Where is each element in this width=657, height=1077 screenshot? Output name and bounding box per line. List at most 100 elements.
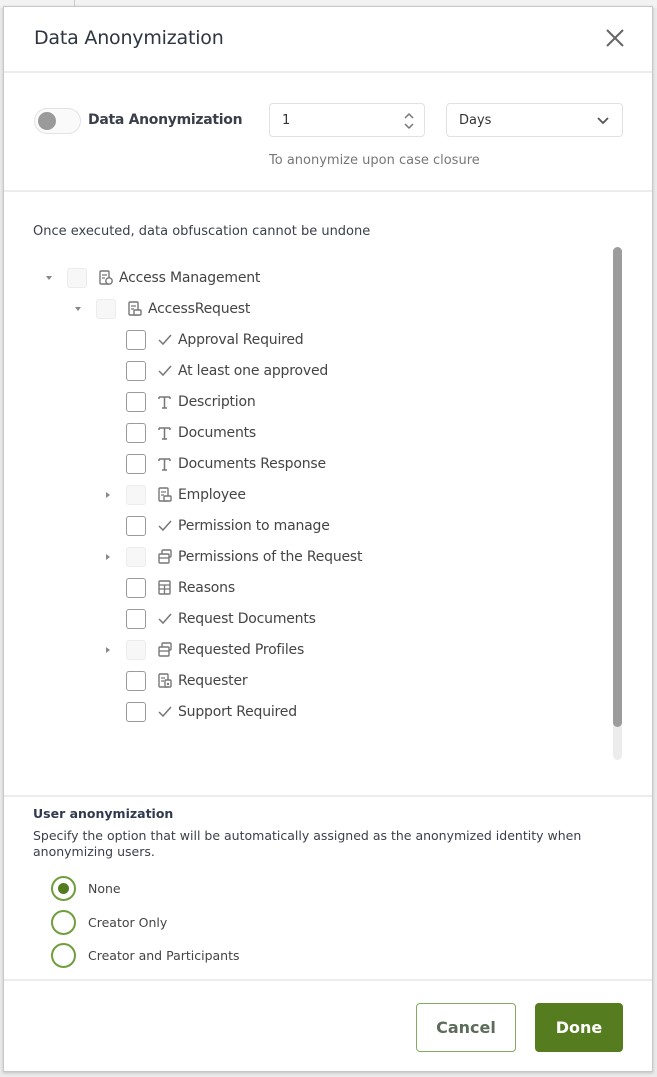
radio-label: Creator and Participants <box>88 947 240 963</box>
expander-spacer <box>101 364 115 378</box>
tree-label: Reasons <box>178 579 235 596</box>
tree-label: Permissions of the Request <box>178 548 363 565</box>
tree-checkbox <box>126 546 146 567</box>
tree-checkbox <box>126 639 146 660</box>
tree-row: Employee <box>101 479 246 510</box>
toggle-knob <box>38 112 56 130</box>
tree-checkbox[interactable] <box>126 670 146 691</box>
tree-checkbox[interactable] <box>126 577 146 598</box>
period-value-input[interactable]: 1 <box>269 103 425 137</box>
user-entity-icon <box>155 672 173 690</box>
entity-form-icon <box>125 300 143 318</box>
caret-down-icon[interactable] <box>71 302 85 316</box>
collection-icon <box>155 548 173 566</box>
tree-row: Permissions of the Request <box>101 541 362 572</box>
tree-row: At least one approved <box>101 355 328 386</box>
radio-unchecked[interactable] <box>51 909 76 935</box>
dialog-header: Data Anonymization <box>4 7 652 73</box>
close-button[interactable] <box>602 25 628 51</box>
entity-settings-icon <box>96 269 114 287</box>
period-hint: To anonymize upon case closure <box>269 153 480 168</box>
caret-down-icon[interactable] <box>42 271 56 285</box>
tree-checkbox[interactable] <box>126 608 146 629</box>
period-unit-select[interactable]: Days <box>446 103 623 137</box>
tree-scrollbar-thumb[interactable] <box>613 247 622 727</box>
expander-spacer <box>101 457 115 471</box>
toggle-label: Data Anonymization <box>88 112 243 128</box>
tree-checkbox <box>67 267 87 288</box>
tree-row: AccessRequest <box>71 293 250 324</box>
text-icon <box>155 455 173 473</box>
expander-spacer <box>101 581 115 595</box>
radio-checked[interactable] <box>51 875 76 901</box>
tree-row: Documents Response <box>101 448 326 479</box>
tree-label: AccessRequest <box>148 300 251 317</box>
tree-label: Access Management <box>119 269 261 286</box>
tree-row: Description <box>101 386 256 417</box>
expander-spacer <box>101 519 115 533</box>
tree-checkbox[interactable] <box>126 391 146 412</box>
tree-checkbox[interactable] <box>126 515 146 536</box>
boolean-check-icon <box>155 517 173 535</box>
radio-option[interactable]: Creator and Participants <box>51 941 240 969</box>
period-value: 1 <box>282 113 291 128</box>
expander-spacer <box>101 395 115 409</box>
tree-checkbox[interactable] <box>126 329 146 350</box>
tree-label: Employee <box>178 486 246 503</box>
expander-spacer <box>101 333 115 347</box>
tree-label: Description <box>178 393 256 410</box>
caret-right-icon[interactable] <box>101 488 115 502</box>
data-anonymization-dialog: Data Anonymization Data Anonymization 1 … <box>3 6 653 1072</box>
tree-label: At least one approved <box>178 362 329 379</box>
expander-spacer <box>101 674 115 688</box>
chevron-down-icon <box>597 117 609 125</box>
radio-option[interactable]: Creator Only <box>51 908 167 936</box>
radio-label: Creator Only <box>88 914 168 930</box>
tree-row: Approval Required <box>101 324 304 355</box>
user-anonymization-title: User anonymization <box>33 806 174 821</box>
tree-row: Reasons <box>101 572 235 603</box>
tree-label: Support Required <box>178 703 297 720</box>
fields-tree-section: Once executed, data obfuscation cannot b… <box>4 192 652 797</box>
tree-checkbox <box>96 298 116 319</box>
dialog-title: Data Anonymization <box>34 27 224 49</box>
period-unit-value: Days <box>459 113 492 128</box>
anonymization-settings: Data Anonymization 1 Days To anonymize u… <box>4 73 652 192</box>
tree-row: Documents <box>101 417 256 448</box>
tree-label: Approval Required <box>178 331 304 348</box>
caret-right-icon[interactable] <box>101 550 115 564</box>
cancel-button[interactable]: Cancel <box>416 1003 516 1052</box>
boolean-check-icon <box>155 610 173 628</box>
boolean-check-icon <box>155 703 173 721</box>
data-anonymization-toggle[interactable] <box>34 108 81 134</box>
user-anonymization-description: Specify the option that will be automati… <box>33 828 582 859</box>
tree-checkbox[interactable] <box>126 701 146 722</box>
caret-right-icon[interactable] <box>101 643 115 657</box>
tree-label: Documents Response <box>178 455 326 472</box>
spinner-up-down-icon[interactable] <box>402 109 416 133</box>
boolean-check-icon <box>155 331 173 349</box>
collection-icon <box>155 641 173 659</box>
expander-spacer <box>101 426 115 440</box>
tree-row: Requester <box>101 665 248 696</box>
tree-checkbox[interactable] <box>126 422 146 443</box>
entity-list-icon <box>155 579 173 597</box>
close-icon <box>606 29 624 47</box>
done-button[interactable]: Done <box>535 1003 623 1052</box>
boolean-check-icon <box>155 362 173 380</box>
radio-label: None <box>88 880 121 896</box>
tree-checkbox[interactable] <box>126 360 146 381</box>
tree-label: Requested Profiles <box>178 641 305 658</box>
radio-option[interactable]: None <box>51 874 121 902</box>
radio-unchecked[interactable] <box>51 942 76 968</box>
tree-row: Support Required <box>101 696 297 727</box>
tree-row: Request Documents <box>101 603 316 634</box>
tree-label: Documents <box>178 424 257 441</box>
text-icon <box>155 424 173 442</box>
tree-checkbox[interactable] <box>126 453 146 474</box>
entity-form-icon <box>155 486 173 504</box>
tree-row: Permission to manage <box>101 510 330 541</box>
tree-scrollbar[interactable] <box>613 247 622 760</box>
dialog-footer: Cancel Done <box>4 979 652 1073</box>
tree-label: Request Documents <box>178 610 316 627</box>
